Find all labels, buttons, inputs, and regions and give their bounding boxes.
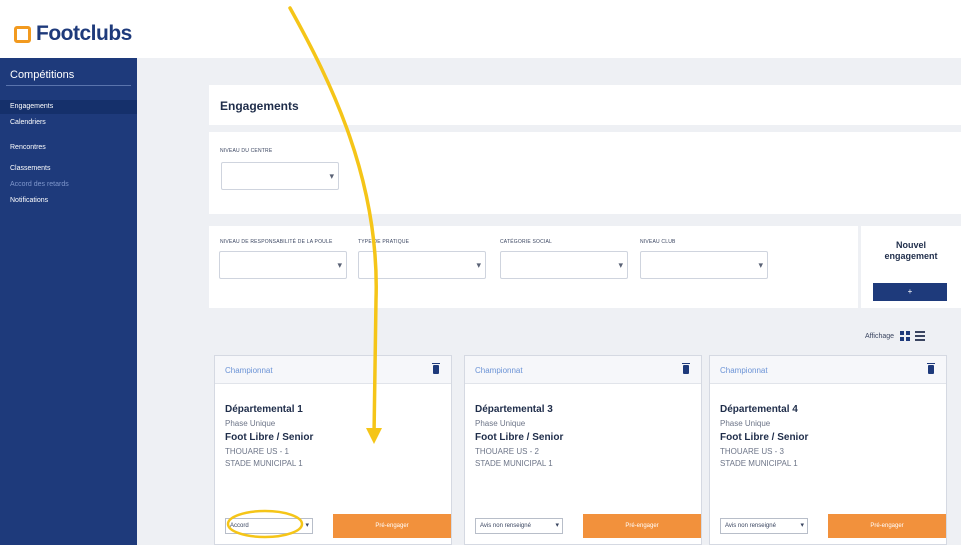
filter-select-categorie[interactable]: ▾ xyxy=(500,251,628,279)
engagement-card: Championnat Départemental 4 Phase Unique… xyxy=(709,355,947,545)
centre-filter-select[interactable]: ▾ xyxy=(221,162,339,190)
card-team: THOUARE US - 1 xyxy=(225,447,290,456)
filter-label-niveau-club: NIVEAU CLUB xyxy=(640,239,676,245)
chevron-down-icon: ▾ xyxy=(800,522,804,529)
card-stadium: STADE MUNICIPAL 1 xyxy=(225,459,303,468)
card-header: Championnat xyxy=(215,356,451,384)
filters-panel: NIVEAU DE RESPONSABILITÉ DE LA POULE ▾ T… xyxy=(209,226,858,308)
new-engagement-title: Nouvel engagement xyxy=(884,240,938,261)
trash-icon[interactable] xyxy=(682,363,690,374)
logo-mark-icon xyxy=(14,25,31,43)
engagement-card: Championnat Départemental 3 Phase Unique… xyxy=(464,355,702,545)
chevron-down-icon: ▾ xyxy=(337,260,342,270)
main-content: Engagements NIVEAU DU CENTRE ▾ NIVEAU DE… xyxy=(137,58,961,545)
filter-select-pratique[interactable]: ▾ xyxy=(358,251,486,279)
trash-icon[interactable] xyxy=(432,363,440,374)
card-level: Départemental 3 xyxy=(475,404,553,415)
page-title: Engagements xyxy=(220,99,299,113)
top-header: Footclubs xyxy=(0,0,961,58)
new-engagement-panel: Nouvel engagement + xyxy=(861,226,961,308)
card-level: Départemental 4 xyxy=(720,404,798,415)
card-category: Foot Libre / Senior xyxy=(225,432,314,443)
pre-engage-button[interactable]: Pré-engager xyxy=(583,514,701,538)
card-status-select[interactable]: Avis non renseigné ▾ xyxy=(720,518,808,534)
filter-label-categorie: CATÉGORIE SOCIAL xyxy=(500,239,553,245)
card-level: Départemental 1 xyxy=(225,404,303,415)
sidebar-section-title[interactable]: Compétitions xyxy=(6,64,131,86)
card-type: Championnat xyxy=(720,366,768,375)
sidebar-item-notifications[interactable]: Notifications xyxy=(0,194,137,208)
filter-select-responsabilite[interactable]: ▾ xyxy=(219,251,347,279)
card-category: Foot Libre / Senior xyxy=(720,432,809,443)
display-label: Affichage xyxy=(865,332,895,340)
card-team: THOUARE US - 2 xyxy=(475,447,540,456)
chevron-down-icon: ▾ xyxy=(618,260,623,270)
card-header: Championnat xyxy=(710,356,946,384)
card-stadium: STADE MUNICIPAL 1 xyxy=(720,459,798,468)
display-toggle: Affichage xyxy=(865,331,926,341)
sidebar-item-calendriers[interactable]: Calendriers xyxy=(0,116,137,130)
pre-engage-button[interactable]: Pré-engager xyxy=(828,514,946,538)
engagement-card: Championnat Départemental 1 Phase Unique… xyxy=(214,355,452,545)
centre-filter-label: NIVEAU DU CENTRE xyxy=(220,148,273,154)
new-engagement-button[interactable]: + xyxy=(873,283,947,301)
card-category: Foot Libre / Senior xyxy=(475,432,564,443)
card-status-select[interactable]: Avis non renseigné ▾ xyxy=(475,518,563,534)
sidebar-item-rencontres[interactable]: Rencontres xyxy=(0,141,137,155)
card-type: Championnat xyxy=(225,366,273,375)
sidebar: Compétitions Engagements Calendriers Ren… xyxy=(0,58,137,545)
sidebar-item-accord-retards[interactable]: Accord des retards xyxy=(0,178,137,192)
chevron-down-icon: ▾ xyxy=(758,260,763,270)
filter-select-niveau-club[interactable]: ▾ xyxy=(640,251,768,279)
page-title-panel: Engagements xyxy=(209,85,961,125)
card-phase: Phase Unique xyxy=(720,419,771,428)
card-phase: Phase Unique xyxy=(225,419,276,428)
trash-icon[interactable] xyxy=(927,363,935,374)
chevron-down-icon: ▾ xyxy=(476,260,481,270)
brand-name: Footclubs xyxy=(36,22,132,45)
card-phase: Phase Unique xyxy=(475,419,526,428)
filter-label-pratique: TYPE DE PRATIQUE xyxy=(358,239,410,245)
card-team: THOUARE US - 3 xyxy=(720,447,785,456)
card-stadium: STADE MUNICIPAL 1 xyxy=(475,459,553,468)
chevron-down-icon: ▾ xyxy=(329,171,334,181)
pre-engage-button[interactable]: Pré-engager xyxy=(333,514,451,538)
list-view-icon[interactable] xyxy=(915,331,926,341)
sidebar-item-engagements[interactable]: Engagements xyxy=(0,100,137,114)
card-header: Championnat xyxy=(465,356,701,384)
centre-filter-panel: NIVEAU DU CENTRE ▾ xyxy=(209,132,961,214)
sidebar-item-classements[interactable]: Classements xyxy=(0,162,137,176)
footclubs-logo[interactable]: Footclubs xyxy=(14,22,132,46)
grid-view-icon[interactable] xyxy=(900,331,911,341)
card-status-select[interactable]: Accord ▾ xyxy=(225,518,313,534)
chevron-down-icon: ▾ xyxy=(305,522,309,529)
card-type: Championnat xyxy=(475,366,523,375)
filter-label-responsabilite: NIVEAU DE RESPONSABILITÉ DE LA POULE xyxy=(220,239,333,245)
chevron-down-icon: ▾ xyxy=(555,522,559,529)
